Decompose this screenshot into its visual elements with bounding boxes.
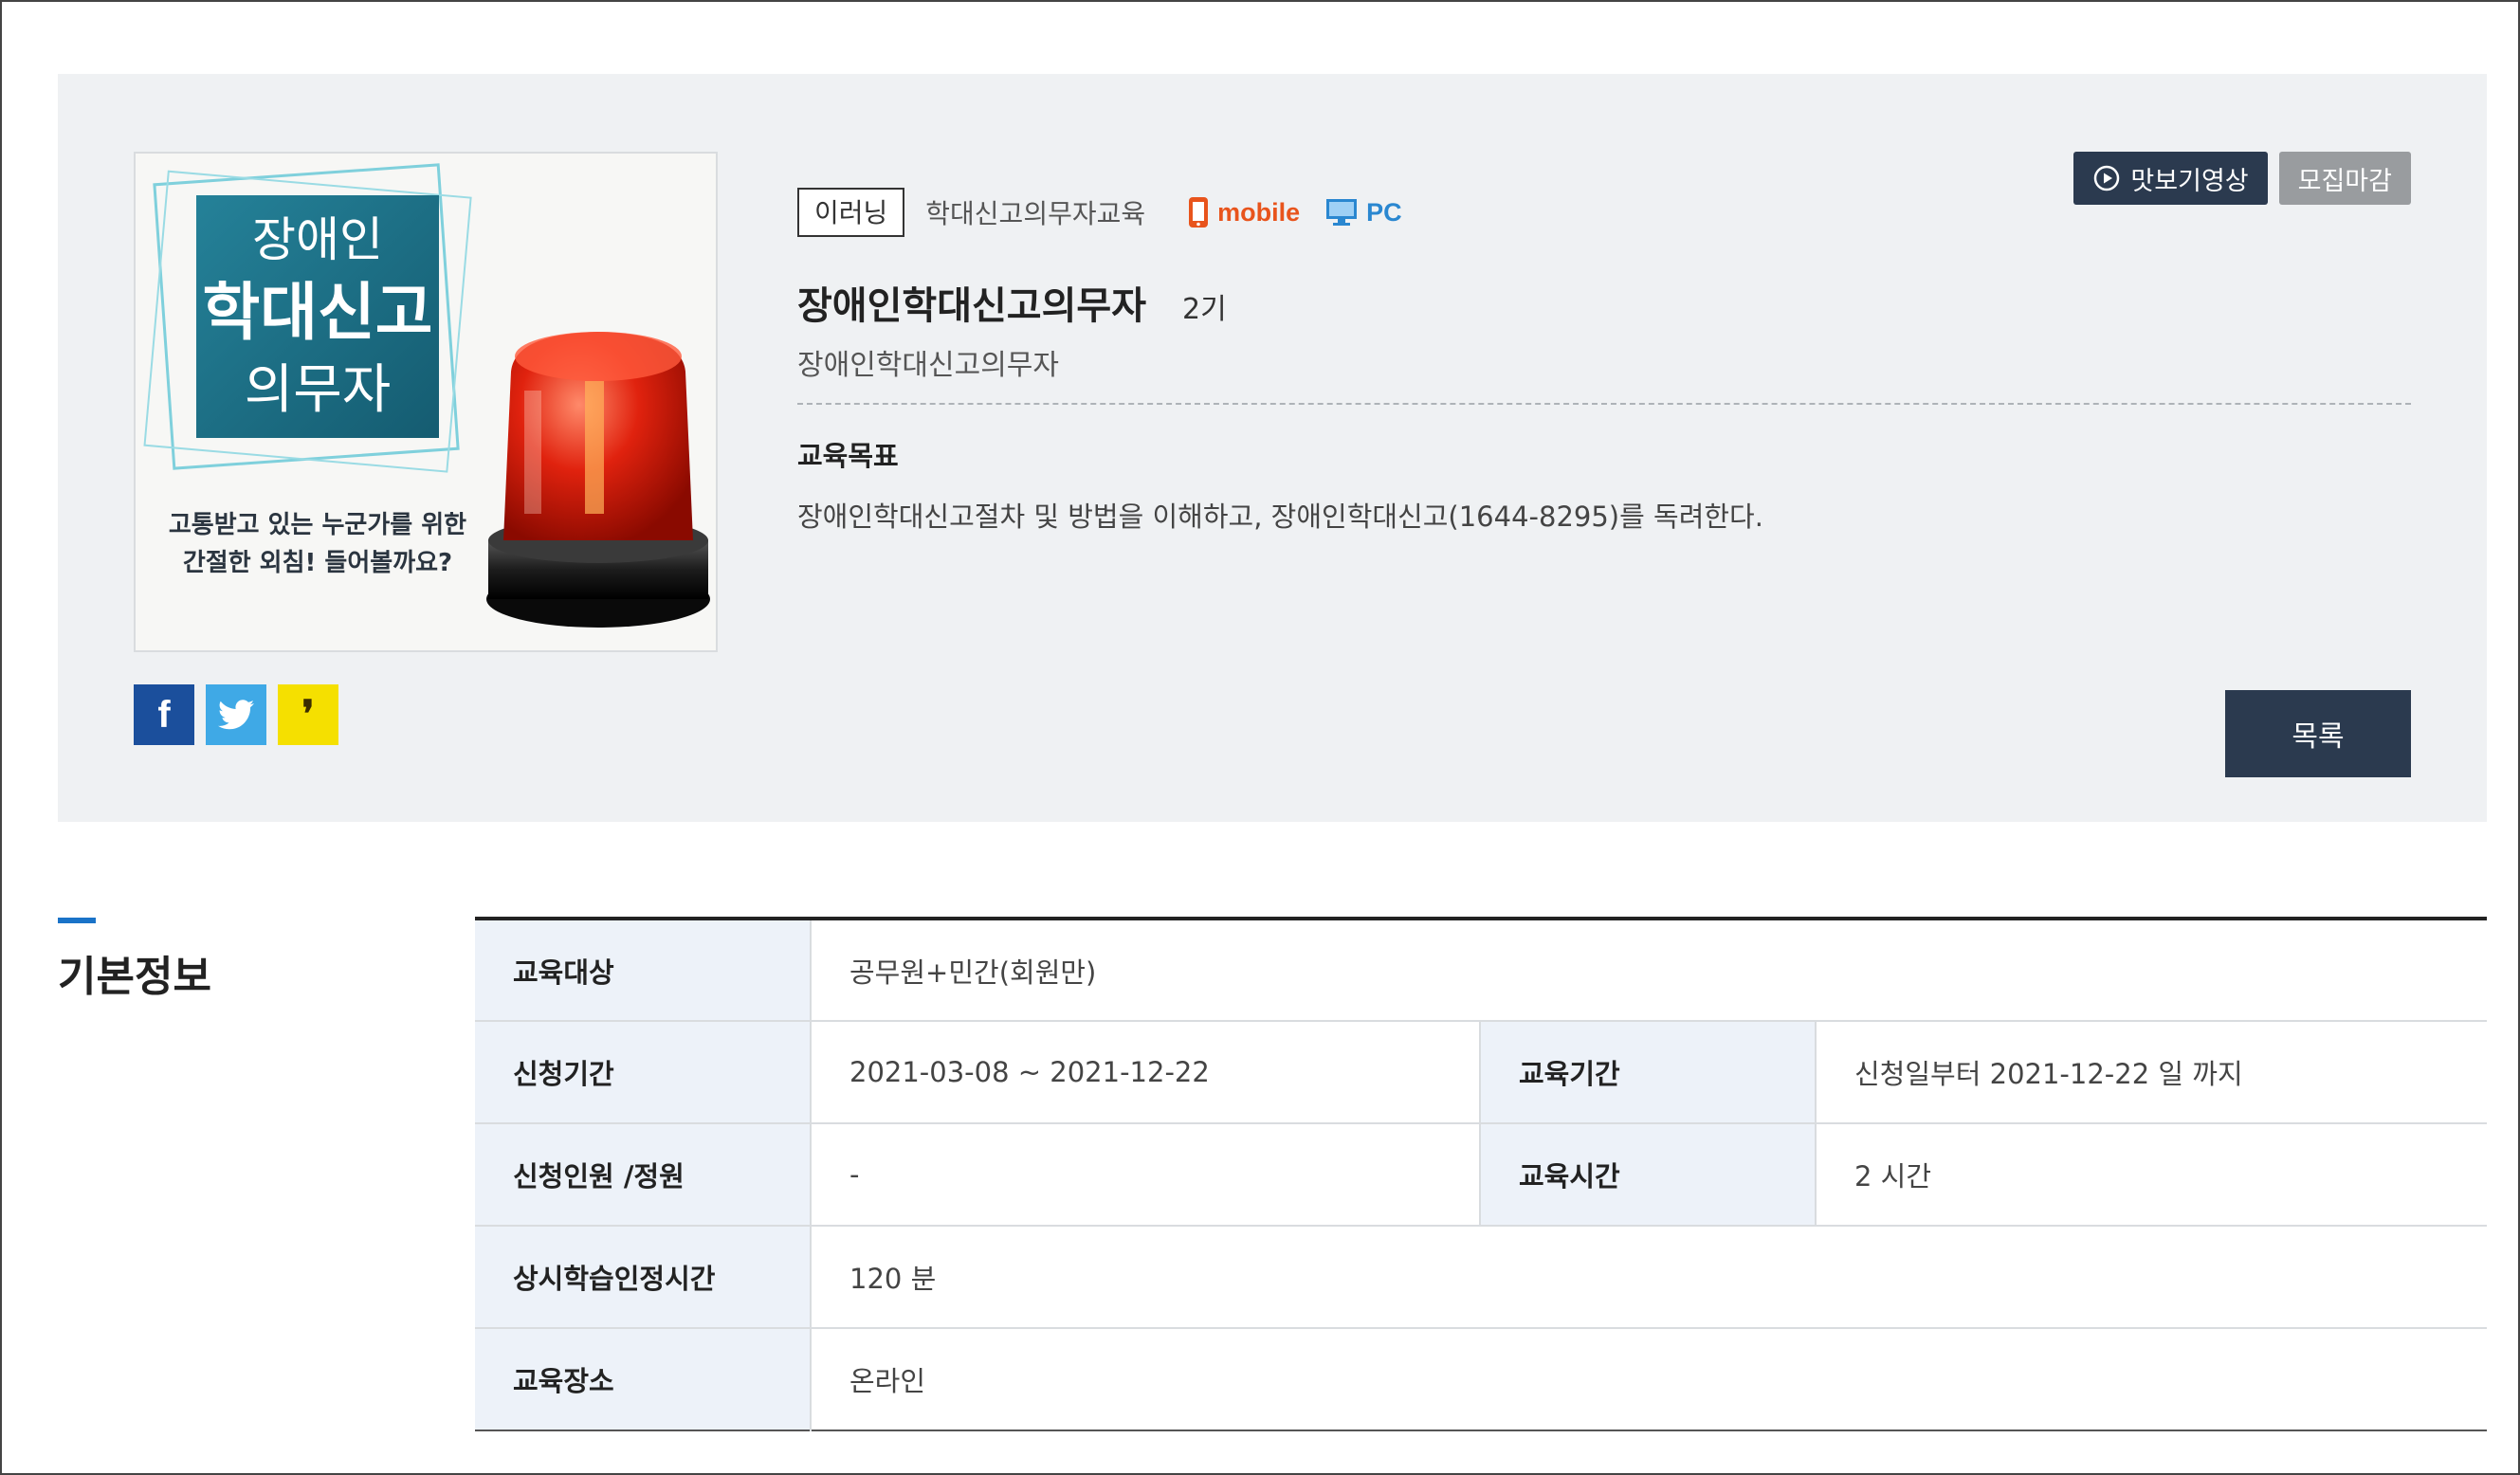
credit-value: 120 분 (811, 1226, 2488, 1329)
list-button-label: 목록 (2292, 720, 2345, 754)
applicants-label: 신청인원 /정원 (475, 1123, 812, 1227)
course-title: 장애인학대신고의무자 (797, 284, 1146, 328)
recruitment-closed-badge: 모집마감 (2278, 152, 2411, 205)
play-icon (2094, 165, 2120, 191)
divider (797, 403, 2411, 405)
course-cohort: 2기 (1182, 293, 1227, 326)
place-value: 온라인 (811, 1328, 2488, 1430)
edu-hours-value: 2 시간 (1816, 1123, 2488, 1227)
course-type-tag: 이러닝 (797, 188, 905, 237)
table-row: 상시학습인정시간 120 분 (475, 1226, 2488, 1329)
table-row: 신청인원 /정원 - 교육시간 2 시간 (475, 1123, 2488, 1227)
facebook-icon: f (157, 693, 171, 736)
education-goal-label: 교육목표 (797, 440, 899, 472)
facebook-share-button[interactable]: f (134, 684, 194, 745)
basic-info-table: 교육대상 공무원+민간(회원만) 신청기간 2021-03-08 ~ 2021-… (475, 917, 2488, 1431)
thumbnail-line2: 학대신고 (203, 276, 433, 349)
section-accent-bar (58, 918, 96, 923)
preview-video-label: 맛보기영상 (2130, 166, 2249, 196)
course-category: 학대신고의무자교육 (925, 198, 1146, 229)
preview-video-button[interactable]: 맛보기영상 (2073, 152, 2268, 205)
mobile-label: mobile (1217, 197, 1301, 227)
course-subtitle: 장애인학대신고의무자 (797, 349, 1059, 382)
mobile-icon (1189, 197, 1209, 228)
basic-info-title: 기본정보 (58, 953, 211, 1001)
place-label: 교육장소 (475, 1328, 812, 1430)
table-row: 신청기간 2021-03-08 ~ 2021-12-22 교육기간 신청일부터 … (475, 1021, 2488, 1124)
share-buttons: f ❜ (134, 684, 338, 745)
target-label: 교육대상 (475, 919, 812, 1022)
credit-label: 상시학습인정시간 (475, 1226, 812, 1329)
kakaostory-icon: ❜ (301, 694, 315, 736)
mobile-badge: mobile (1187, 195, 1300, 229)
applicants-value: - (811, 1123, 1481, 1227)
pc-badge: PC (1324, 197, 1402, 228)
education-goal-text: 장애인학대신고절차 및 방법을 이해하고, 장애인학대신고(1644-8295)… (797, 501, 1763, 533)
course-meta-row: 이러닝 학대신고의무자교육 mobile PC (797, 188, 1402, 237)
edu-period-label: 교육기간 (1480, 1021, 1817, 1124)
edu-hours-label: 교육시간 (1480, 1123, 1817, 1227)
course-thumbnail: 장애인 학대신고 의무자 고통받고 있는 누군가를 위한 간절한 외침! 들어볼… (134, 152, 718, 652)
target-value: 공무원+민간(회원만) (811, 919, 2488, 1022)
siren-illustration (486, 332, 710, 628)
course-info: 맛보기영상 모집마감 이러닝 학대신고의무자교육 mobile PC 장애인학대… (797, 152, 2411, 777)
thumbnail-caption1: 고통받고 있는 누군가를 위한 (169, 511, 466, 539)
course-action-buttons: 맛보기영상 모집마감 (2073, 152, 2411, 205)
pc-label: PC (1366, 197, 1402, 227)
twitter-icon (218, 700, 254, 730)
twitter-share-button[interactable] (206, 684, 266, 745)
table-row: 교육장소 온라인 (475, 1328, 2488, 1430)
course-title-row: 장애인학대신고의무자 2기 (797, 275, 1227, 330)
table-row: 교육대상 공무원+민간(회원만) (475, 919, 2488, 1022)
edu-period-value: 신청일부터 2021-12-22 일 까지 (1816, 1021, 2488, 1124)
list-button[interactable]: 목록 (2225, 690, 2411, 777)
thumbnail-line1: 장애인 (252, 212, 383, 267)
kakaostory-share-button[interactable]: ❜ (278, 684, 338, 745)
recruitment-closed-label: 모집마감 (2297, 166, 2392, 196)
apply-period-value: 2021-03-08 ~ 2021-12-22 (811, 1021, 1481, 1124)
monitor-icon (1326, 199, 1358, 226)
thumbnail-line3: 의무자 (245, 359, 392, 421)
apply-period-label: 신청기간 (475, 1021, 812, 1124)
thumbnail-caption2: 간절한 외침! 들어볼까요? (183, 549, 452, 577)
course-card: 장애인 학대신고 의무자 고통받고 있는 누군가를 위한 간절한 외침! 들어볼… (58, 74, 2487, 822)
